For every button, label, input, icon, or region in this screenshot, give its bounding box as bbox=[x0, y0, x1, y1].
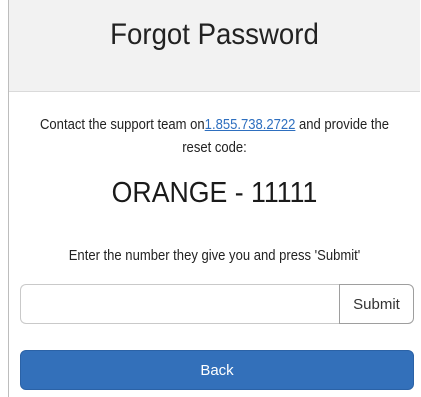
forgot-password-dialog: Forgot Password Contact the support team… bbox=[8, 0, 420, 397]
dialog-header: Forgot Password bbox=[9, 0, 420, 92]
reset-number-input[interactable] bbox=[20, 284, 339, 324]
support-instructions: Contact the support team on1.855.738.272… bbox=[35, 114, 394, 160]
support-phone-link[interactable]: 1.855.738.2722 bbox=[205, 117, 296, 133]
reset-code-prefix: ORANGE bbox=[111, 177, 228, 209]
dialog-title: Forgot Password bbox=[110, 18, 319, 51]
reset-code-separator: - bbox=[227, 177, 252, 209]
code-input-group: Submit bbox=[20, 284, 414, 324]
instructions-text-before: Contact the support team on bbox=[39, 117, 205, 133]
reset-code: ORANGE - 11111 bbox=[25, 177, 403, 210]
reset-code-number: 11111 bbox=[251, 177, 318, 209]
back-button[interactable]: Back bbox=[20, 350, 414, 390]
submit-button[interactable]: Submit bbox=[339, 284, 414, 324]
submit-prompt: Enter the number they give you and press… bbox=[68, 248, 361, 264]
